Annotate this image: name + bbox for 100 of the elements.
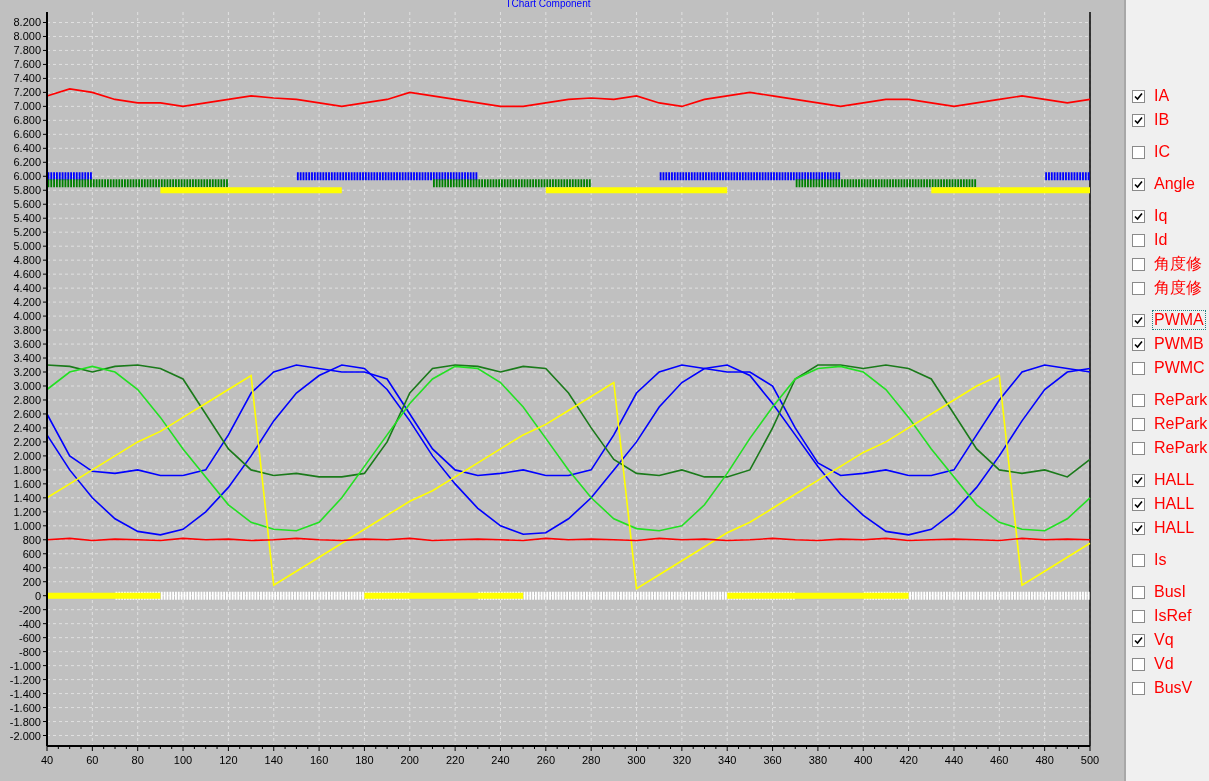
series-label: HALL [1153,494,1196,514]
tick-label: 360 [763,754,782,766]
series-label: HALL [1153,518,1196,538]
tick-label: 260 [536,754,555,766]
tick-label: 1.400 [13,491,41,504]
checkbox[interactable] [1132,657,1145,671]
tick-label: 8.200 [13,16,41,29]
tick-label: 4.800 [13,254,41,267]
tick-label: -1.000 [9,659,41,672]
tick-label: 420 [899,754,918,766]
series-label: Vq [1153,630,1175,650]
series-label: IA [1153,86,1171,106]
checkbox[interactable] [1132,609,1145,623]
tick-label: -2.000 [9,729,41,742]
tick-label: 800 [22,533,41,546]
series-label: IsRef [1153,606,1193,626]
tick-label: 1.000 [13,519,41,532]
checkbox[interactable] [1132,553,1145,567]
tick-label: 180 [355,754,374,766]
tick-label: 5.200 [13,226,41,239]
checkbox[interactable] [1132,633,1145,647]
checkbox[interactable] [1132,417,1145,431]
tick-label: 7.200 [13,86,41,99]
tick-label: 100 [173,754,193,766]
tick-label: -1.800 [9,715,41,728]
tick-label: 3.600 [13,338,41,351]
checkbox[interactable] [1132,585,1145,599]
series-label: Angle [1153,174,1196,194]
series-label: Iq [1153,206,1169,226]
tick-label: 500 [1080,754,1100,766]
tick-label: 7.400 [13,72,41,85]
tick-label: 2.400 [13,421,41,434]
tick-label: 6.600 [13,128,41,141]
checkbox[interactable] [1132,209,1145,223]
tick-label: 600 [22,547,41,560]
checkbox[interactable] [1132,497,1145,511]
checkbox[interactable] [1132,313,1145,327]
tick-label: 40 [40,754,54,766]
tick-label: 1.800 [13,463,41,476]
tick-label: 4.000 [13,310,41,323]
series-label: 角度修 [1153,254,1203,274]
series-label: IC [1153,142,1171,162]
tick-label: 200 [22,575,41,588]
tick-label: 5.600 [13,198,41,211]
checkbox[interactable] [1132,233,1145,247]
tick-label: 6.000 [13,170,41,183]
tick-label: 4.400 [13,282,41,295]
tick-label: 240 [491,754,510,766]
checkbox[interactable] [1132,113,1145,127]
checkbox[interactable] [1132,441,1145,455]
tick-label: 340 [718,754,737,766]
tick-label: 6.200 [13,156,41,169]
tick-label: 3.400 [13,352,41,365]
tick-label: 120 [219,754,238,766]
checkbox[interactable] [1132,473,1145,487]
series-label: BusI [1153,582,1187,602]
series-label: PWMB [1153,334,1205,354]
checkbox[interactable] [1132,521,1145,535]
series-label: HALL [1153,470,1196,490]
series-label: PWMC [1153,358,1206,378]
series-label: IB [1153,110,1171,130]
tick-label: 5.400 [13,212,41,225]
tick-label: 5.800 [13,184,41,197]
tick-label: 280 [582,754,601,766]
tick-label: 7.800 [13,44,41,57]
tick-label: 3.800 [13,324,41,337]
tick-label: 8.000 [13,30,41,43]
checkbox[interactable] [1132,281,1145,295]
checkbox[interactable] [1132,257,1145,271]
series-label: RePark [1153,414,1209,434]
tick-label: 60 [86,754,99,766]
tick-label: 140 [264,754,283,766]
checkbox[interactable] [1132,177,1145,191]
tick-label: 400 [854,754,873,766]
tick-label: 480 [1035,754,1054,766]
tick-label: 4.200 [13,296,41,309]
tick-label: 1.600 [13,477,41,490]
tick-label: -800 [18,645,41,658]
tick-label: 400 [22,561,41,574]
tick-label: 5.000 [13,240,41,253]
tick-label: 220 [445,754,465,766]
tick-label: -1.400 [9,687,41,700]
tick-label: 6.400 [13,142,41,155]
tick-label: 7.000 [13,100,41,113]
series-label: 角度修 [1153,278,1203,298]
tick-label: -1.200 [9,673,41,686]
checkbox[interactable] [1132,393,1145,407]
checkbox[interactable] [1132,337,1145,351]
chart-title: TChart Component [505,0,591,9]
series-label: Is [1153,550,1168,570]
checkbox[interactable] [1132,361,1145,375]
tick-label: 380 [808,754,828,766]
series-label: RePark [1153,438,1209,458]
tick-label: 6.800 [13,114,41,127]
checkbox[interactable] [1132,145,1145,159]
tick-label: 2.000 [13,449,41,462]
tick-label: -1.600 [9,701,41,714]
checkbox[interactable] [1132,681,1145,695]
tick-label: 2.200 [13,435,41,448]
checkbox[interactable] [1132,89,1145,103]
